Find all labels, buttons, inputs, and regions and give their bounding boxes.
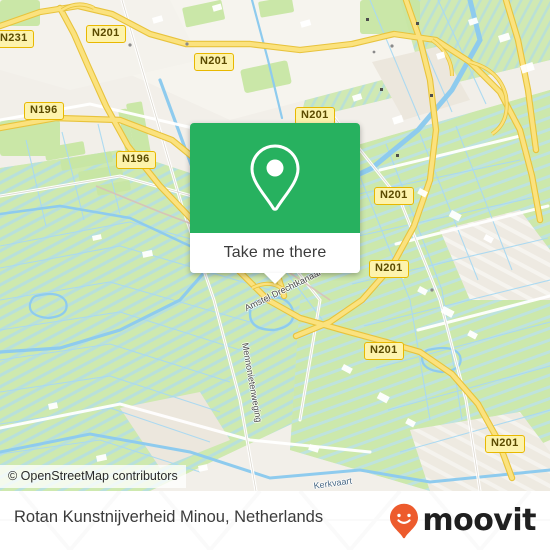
road-shield-n201-7[interactable]: N201 (369, 260, 409, 278)
road-shield-n231-0[interactable]: N231 (0, 30, 34, 48)
moovit-wordmark: moovit (422, 503, 536, 538)
location-callout-card[interactable]: Take me there (190, 123, 360, 284)
moovit-brand[interactable]: moovit (389, 503, 536, 539)
place-title: Rotan Kunstnijverheid Minou, Netherlands (14, 508, 324, 526)
map-canvas[interactable]: N231 N201 N201 N201 N196 N196 N201 N201 N201 N201… (0, 0, 550, 491)
map-pin-icon (250, 144, 300, 211)
road-shield-n201-1[interactable]: N201 (86, 25, 126, 43)
take-me-there-button[interactable]: Take me there (190, 233, 360, 284)
road-shield-n201-8[interactable]: N201 (364, 342, 404, 360)
road-shield-n201-2[interactable]: N201 (194, 53, 234, 71)
map-page: N231 N201 N201 N201 N196 N196 N201 N201 N201 N201… (0, 0, 550, 550)
road-shield-n196-5[interactable]: N196 (116, 151, 156, 169)
road-shield-n201-9[interactable]: N201 (485, 435, 525, 453)
callout-tail (264, 273, 286, 284)
take-me-there-label: Take me there (223, 244, 327, 261)
road-shield-n196-4[interactable]: N196 (24, 102, 64, 120)
road-shield-n201-6[interactable]: N201 (374, 187, 414, 205)
osm-attribution[interactable]: © OpenStreetMap contributors (0, 465, 186, 488)
moovit-smiley-pin-icon (390, 503, 419, 539)
callout-pin-area (190, 123, 360, 233)
